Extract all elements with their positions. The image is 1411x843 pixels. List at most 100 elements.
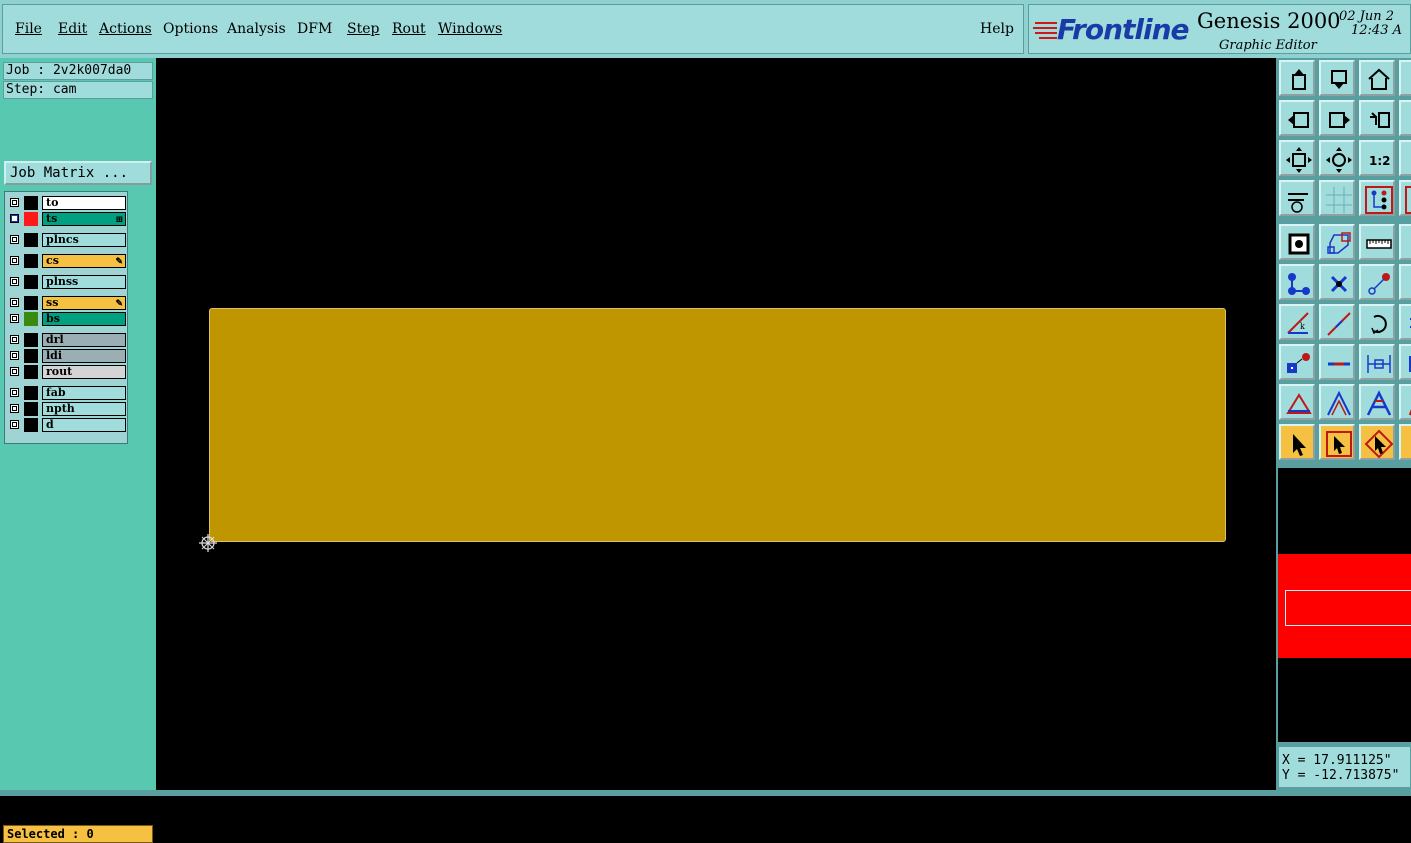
layer-row-d[interactable]: d (8, 418, 126, 432)
layer-name[interactable]: plncs (42, 233, 126, 247)
pan-up-button[interactable] (1279, 60, 1315, 96)
layer-color-swatch[interactable] (24, 312, 38, 326)
layer-color-swatch[interactable] (24, 418, 38, 432)
menu-dfm[interactable]: DFM (297, 21, 332, 37)
layer-name[interactable]: ts ⊞ (42, 212, 126, 226)
layer-color-swatch[interactable] (24, 212, 38, 226)
select-poly-button[interactable] (1359, 424, 1395, 460)
graphic-canvas[interactable] (156, 58, 1276, 790)
display-button[interactable] (1279, 224, 1315, 260)
line-button[interactable] (1319, 304, 1355, 340)
rotate-button[interactable] (1359, 304, 1395, 340)
select-extra-button[interactable] (1399, 424, 1411, 460)
grid-button[interactable] (1319, 180, 1355, 216)
zoom-extent-button[interactable] (1399, 60, 1411, 96)
menu-options[interactable]: Options (163, 21, 218, 37)
layer-row-fab[interactable]: fab (8, 386, 126, 400)
layer-name[interactable]: to (42, 196, 126, 210)
text-a-button[interactable] (1359, 384, 1395, 420)
layer-row-cs[interactable]: cs ✎ (8, 254, 126, 268)
zoom-box-button[interactable] (1399, 140, 1411, 176)
outline-button[interactable] (1319, 224, 1355, 260)
zoom-window-button[interactable] (1399, 100, 1411, 136)
layer-color-swatch[interactable] (24, 275, 38, 289)
layer-row-plncs[interactable]: plncs (8, 233, 126, 247)
layer-checkbox[interactable] (10, 335, 19, 344)
dimension-button[interactable] (1359, 344, 1395, 380)
track-button[interactable] (1319, 344, 1355, 380)
menu-windows[interactable]: Windows (438, 21, 502, 37)
arrow-a-button[interactable] (1399, 384, 1411, 420)
peak-button[interactable] (1319, 384, 1355, 420)
layer-color-swatch[interactable] (24, 254, 38, 268)
overview-view-frame[interactable] (1285, 590, 1411, 626)
layer-checkbox[interactable] (10, 404, 19, 413)
settings-button[interactable] (1279, 180, 1315, 216)
fit-button[interactable] (1279, 140, 1315, 176)
arc-button[interactable] (1399, 264, 1411, 300)
menu-edit[interactable]: Edit (58, 21, 87, 37)
layer-checkbox[interactable] (10, 351, 19, 360)
layer-color-swatch[interactable] (24, 296, 38, 310)
snap-extra-button[interactable] (1399, 180, 1411, 216)
menu-actions[interactable]: Actions (99, 21, 152, 37)
layer-checkbox[interactable] (10, 214, 19, 223)
layer-color-swatch[interactable] (24, 386, 38, 400)
layer-name[interactable]: d (42, 418, 126, 432)
pad-button[interactable] (1279, 344, 1315, 380)
layer-name[interactable]: ldi (42, 349, 126, 363)
menu-analysis[interactable]: Analysis (227, 21, 286, 37)
extend-button[interactable] (1399, 304, 1411, 340)
select-button[interactable] (1279, 424, 1315, 460)
layer-name[interactable]: cs ✎ (42, 254, 126, 268)
menu-file[interactable]: File (15, 21, 42, 37)
connect-button[interactable] (1359, 264, 1395, 300)
layer-name[interactable]: drl (42, 333, 126, 347)
overview-map[interactable] (1278, 468, 1411, 742)
pan-down-button[interactable] (1319, 60, 1355, 96)
home-button[interactable] (1359, 60, 1395, 96)
layer-name[interactable]: ss ✎ (42, 296, 126, 310)
layer-name[interactable]: rout (42, 365, 126, 379)
menu-rout[interactable]: Rout (392, 21, 426, 37)
ruler-button[interactable] (1359, 224, 1395, 260)
layer-checkbox[interactable] (10, 298, 19, 307)
measure-button[interactable] (1399, 224, 1411, 260)
layer-color-swatch[interactable] (24, 349, 38, 363)
menu-step[interactable]: Step (347, 21, 379, 37)
flag-button[interactable] (1399, 344, 1411, 380)
layer-row-ldi[interactable]: ldi (8, 349, 126, 363)
layer-row-plnss[interactable]: plnss (8, 275, 126, 289)
layer-row-ts[interactable]: ts ⊞ (8, 212, 126, 226)
layer-color-swatch[interactable] (24, 333, 38, 347)
job-matrix-button[interactable]: Job Matrix ... (4, 161, 152, 185)
layer-color-swatch[interactable] (24, 402, 38, 416)
layer-checkbox[interactable] (10, 314, 19, 323)
layer-checkbox[interactable] (10, 367, 19, 376)
layer-color-swatch[interactable] (24, 196, 38, 210)
layer-row-drl[interactable]: drl (8, 333, 126, 347)
layer-color-swatch[interactable] (24, 365, 38, 379)
scale-1to2-button[interactable]: 1:2 (1359, 140, 1395, 176)
triangle-button[interactable] (1279, 384, 1315, 420)
layer-name[interactable]: bs (42, 312, 126, 326)
layer-row-bs[interactable]: bs (8, 312, 126, 326)
pan-left-button[interactable] (1279, 100, 1315, 136)
pan-right-button[interactable] (1319, 100, 1355, 136)
center-button[interactable] (1319, 140, 1355, 176)
layer-row-ss[interactable]: ss ✎ (8, 296, 126, 310)
layer-checkbox[interactable] (10, 277, 19, 286)
layer-row-rout[interactable]: rout (8, 365, 126, 379)
layer-checkbox[interactable] (10, 256, 19, 265)
undo-zoom-button[interactable] (1359, 100, 1395, 136)
layer-name[interactable]: fab (42, 386, 126, 400)
layer-row-to[interactable]: to (8, 196, 126, 210)
snap-button[interactable] (1359, 180, 1395, 216)
delete-point-button[interactable] (1319, 264, 1355, 300)
layer-row-npth[interactable]: npth (8, 402, 126, 416)
layer-color-swatch[interactable] (24, 233, 38, 247)
layer-checkbox[interactable] (10, 198, 19, 207)
angle-button[interactable]: k (1279, 304, 1315, 340)
layer-checkbox[interactable] (10, 420, 19, 429)
layer-checkbox[interactable] (10, 388, 19, 397)
